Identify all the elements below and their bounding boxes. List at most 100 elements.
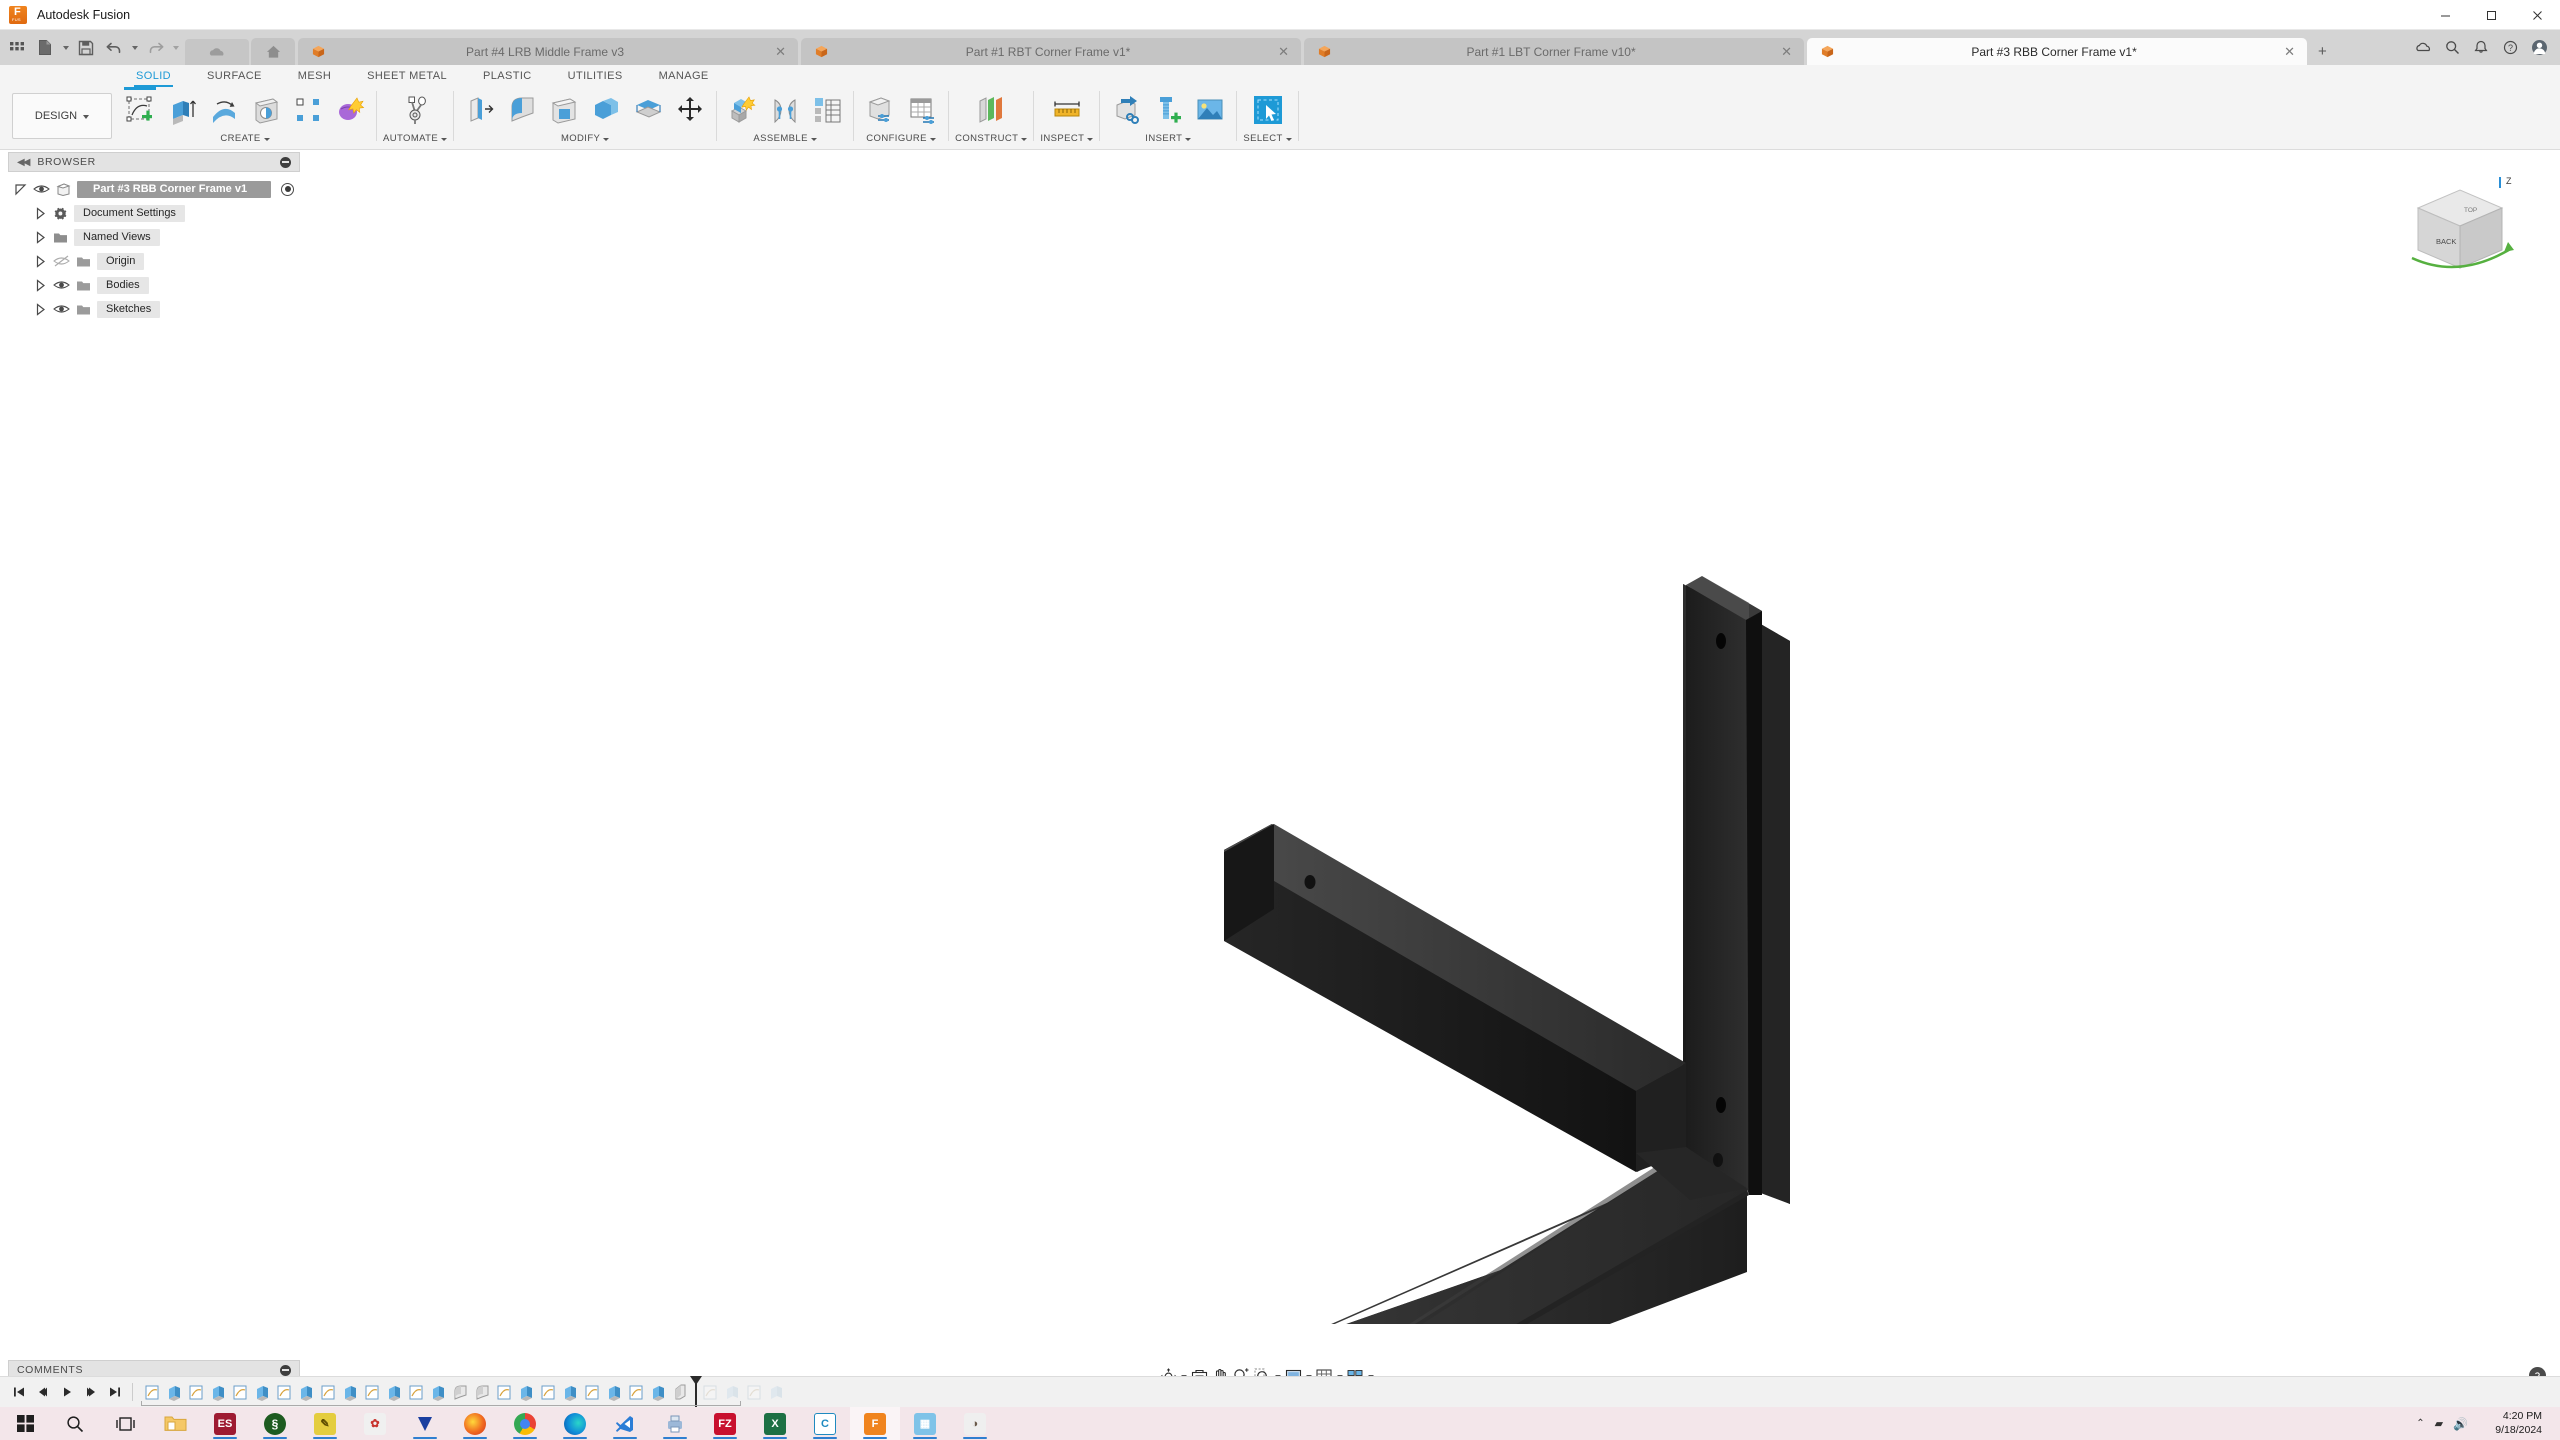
fusion-taskbar-icon[interactable]: F [850,1407,900,1440]
extrude-tool[interactable] [162,90,202,130]
pattern-tool[interactable] [288,90,328,130]
select-tool[interactable] [1248,90,1288,130]
minimize-panel-icon[interactable] [280,156,291,168]
expand-arrow-right-icon[interactable] [34,254,47,268]
eagle-cad-icon[interactable]: ES [200,1407,250,1440]
maximize-button[interactable] [2468,0,2514,30]
redo-icon[interactable] [142,35,168,61]
document-tab[interactable]: Part #1 LBT Corner Frame v10* ✕ [1304,38,1804,65]
printer-icon[interactable] [650,1407,700,1440]
timeline-feature-extrude[interactable] [603,1381,625,1403]
3d-model-shaded-body[interactable] [0,152,2560,1324]
go-to-end-icon[interactable] [104,1381,126,1403]
timeline-feature-extrude[interactable] [207,1381,229,1403]
document-tab[interactable]: Part #1 RBT Corner Frame v1* ✕ [801,38,1301,65]
chevron-down-icon[interactable] [1286,133,1292,144]
timeline-feature-sketch[interactable] [229,1381,251,1403]
timeline-feature-sketch[interactable] [361,1381,383,1403]
cloud-sync-icon[interactable] [2410,35,2436,61]
timeline-feature-sketch[interactable] [185,1381,207,1403]
move-copy-tool[interactable] [670,90,710,130]
expand-arrow-right-icon[interactable] [34,302,47,316]
tree-node-bodies[interactable]: Bodies [8,273,300,297]
measure-tool[interactable] [1047,90,1087,130]
task-view-icon[interactable] [100,1407,150,1440]
bom-tool[interactable] [807,90,847,130]
insert-derive-tool[interactable] [1106,90,1146,130]
timeline-feature-fillet[interactable] [471,1381,493,1403]
tray-chevron-icon[interactable]: ⌃ [2416,1418,2424,1429]
create-form-tool[interactable] [330,90,370,130]
tree-node-named-views[interactable]: Named Views [8,225,300,249]
insert-mcmaster-part-tool[interactable] [1148,90,1188,130]
start-button[interactable] [0,1407,50,1440]
expand-arrow-right-icon[interactable] [34,206,47,220]
automate-tool[interactable] [395,90,435,130]
save-icon[interactable] [73,35,99,61]
ribbon-tab-surface[interactable]: SURFACE [189,65,280,87]
document-tab-close-icon[interactable]: ✕ [1278,45,1289,58]
undo-caret-icon[interactable] [129,35,140,61]
vuescan-icon[interactable] [400,1407,450,1440]
timeline-feature-extrude[interactable] [339,1381,361,1403]
visibility-eye-icon[interactable] [53,278,70,292]
timeline-feature-sketch[interactable] [581,1381,603,1403]
chevron-down-icon[interactable] [603,133,609,144]
hole-tool[interactable] [246,90,286,130]
offset-face-tool[interactable] [628,90,668,130]
go-to-beginning-icon[interactable] [8,1381,30,1403]
visibility-hidden-eye-icon[interactable] [53,254,70,268]
combine-tool[interactable] [586,90,626,130]
joint-tool[interactable] [765,90,805,130]
onenote-icon[interactable]: ✎ [300,1407,350,1440]
visibility-eye-icon[interactable] [53,302,70,316]
user-account-avatar[interactable] [2526,35,2552,61]
timeline-feature-chamfer[interactable] [669,1381,691,1403]
timeline-feature-extrude[interactable] [647,1381,669,1403]
new-file-caret-icon[interactable] [60,35,71,61]
gimp-icon[interactable]: ◑ [950,1407,1000,1440]
redo-caret-icon[interactable] [170,35,181,61]
view-cube[interactable]: Z BACK TOP [2398,172,2528,287]
tree-node-root[interactable]: Part #3 RBB Corner Frame v1 [8,177,300,201]
ribbon-tab-plastic[interactable]: PLASTIC [465,65,550,87]
chevron-down-icon[interactable] [811,133,817,144]
tree-node-document-settings[interactable]: Document Settings [8,201,300,225]
paint-icon[interactable]: ✿ [350,1407,400,1440]
ribbon-tab-utilities[interactable]: UTILITIES [550,65,641,87]
new-component-tool[interactable] [723,90,763,130]
timeline-feature-sketch[interactable] [537,1381,559,1403]
search-icon[interactable] [2439,35,2465,61]
timeline-feature-sketch[interactable] [273,1381,295,1403]
ribbon-tab-sheet-metal[interactable]: SHEET METAL [349,65,465,87]
timeline-feature-track[interactable] [139,1378,787,1408]
expand-arrow-right-icon[interactable] [34,278,47,292]
chevron-down-icon[interactable] [264,133,270,144]
design-canvas[interactable]: Z BACK TOP [0,152,2560,1324]
timeline-feature-extrude[interactable] [295,1381,317,1403]
timeline-feature-extrude[interactable] [163,1381,185,1403]
home-tab[interactable] [251,38,295,65]
browser-panel-header[interactable]: ◀◀ BROWSER [8,152,300,172]
sketchup-icon[interactable]: § [250,1407,300,1440]
upload-button[interactable] [185,39,249,65]
document-tab-close-icon[interactable]: ✕ [2284,45,2295,58]
timeline-feature-sketch[interactable] [141,1381,163,1403]
chevron-down-icon[interactable] [1021,133,1027,144]
document-tab[interactable]: Part #4 LRB Middle Frame v3 ✕ [298,38,798,65]
timeline-feature-fillet[interactable] [449,1381,471,1403]
ribbon-tab-mesh[interactable]: MESH [280,65,349,87]
undo-icon[interactable] [101,35,127,61]
timeline-feature-sketch[interactable] [405,1381,427,1403]
shell-tool[interactable] [544,90,584,130]
chevron-down-icon[interactable] [930,133,936,144]
timeline-feature-extrude[interactable] [515,1381,537,1403]
configuration-table-tool[interactable] [902,90,942,130]
timeline-feature-extrude[interactable] [251,1381,273,1403]
step-back-icon[interactable] [32,1381,54,1403]
edge-icon[interactable] [550,1407,600,1440]
minimize-button[interactable] [2422,0,2468,30]
chevron-down-icon[interactable] [1185,133,1191,144]
help-icon[interactable]: ? [2497,35,2523,61]
document-tab-close-icon[interactable]: ✕ [1781,45,1792,58]
